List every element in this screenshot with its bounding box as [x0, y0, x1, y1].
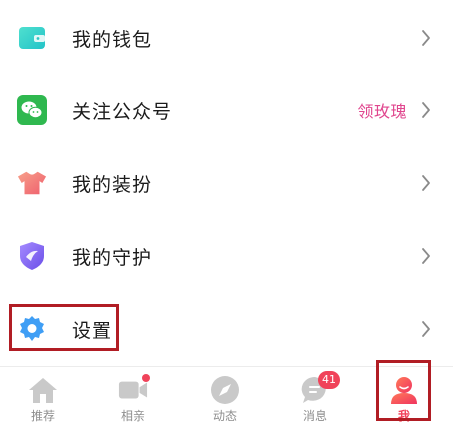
shield-icon: [17, 241, 47, 271]
menu-item-guardian[interactable]: 我的守护: [0, 220, 453, 292]
menu-item-label: 我的钱包: [72, 28, 153, 51]
chevron-right-icon: [419, 28, 433, 48]
chat-bubble-icon: 41: [300, 371, 340, 405]
chevron-right-icon: [419, 173, 433, 193]
user-icon: [389, 375, 419, 405]
home-icon: [28, 375, 58, 405]
tab-messages[interactable]: 41 消息: [275, 367, 355, 424]
wechat-icon: [17, 95, 47, 125]
video-camera-icon: [118, 374, 150, 405]
unread-badge: 41: [318, 371, 340, 389]
tab-blind-date[interactable]: 相亲: [93, 367, 173, 424]
profile-screen: 我的钱包 关注公众号 领玫瑰 我的装扮 我的守护 设置 推荐 相亲 动态 41 …: [0, 0, 453, 424]
wallet-icon: [17, 23, 47, 53]
chevron-right-icon: [419, 319, 433, 339]
gear-icon: [17, 314, 47, 344]
tab-label: 消息: [302, 409, 327, 423]
menu-item-label: 我的守护: [72, 246, 153, 269]
tab-label: 相亲: [120, 409, 145, 423]
get-roses-link[interactable]: 领玫瑰: [357, 98, 407, 122]
tab-label: 动态: [212, 409, 237, 423]
menu-item-label: 设置: [72, 319, 113, 342]
menu-item-wallet[interactable]: 我的钱包: [0, 2, 453, 74]
notification-dot: [142, 374, 150, 382]
menu-item-outfit[interactable]: 我的装扮: [0, 147, 453, 219]
tab-label: 推荐: [30, 409, 55, 423]
chevron-right-icon: [419, 246, 433, 266]
menu-item-follow-account[interactable]: 关注公众号 领玫瑰: [0, 74, 453, 146]
tab-recommend[interactable]: 推荐: [3, 367, 83, 424]
menu-item-label: 我的装扮: [72, 173, 153, 196]
tshirt-icon: [17, 168, 47, 198]
compass-icon: [210, 375, 240, 405]
menu-item-label: 关注公众号: [72, 100, 173, 123]
tab-label: 我: [397, 409, 410, 423]
menu-item-settings[interactable]: 设置: [0, 293, 453, 365]
tab-me[interactable]: 我: [364, 367, 444, 424]
tab-moments[interactable]: 动态: [185, 367, 265, 424]
bottom-tab-bar: 推荐 相亲 动态 41 消息 我: [0, 366, 453, 424]
chevron-right-icon: [419, 100, 433, 120]
